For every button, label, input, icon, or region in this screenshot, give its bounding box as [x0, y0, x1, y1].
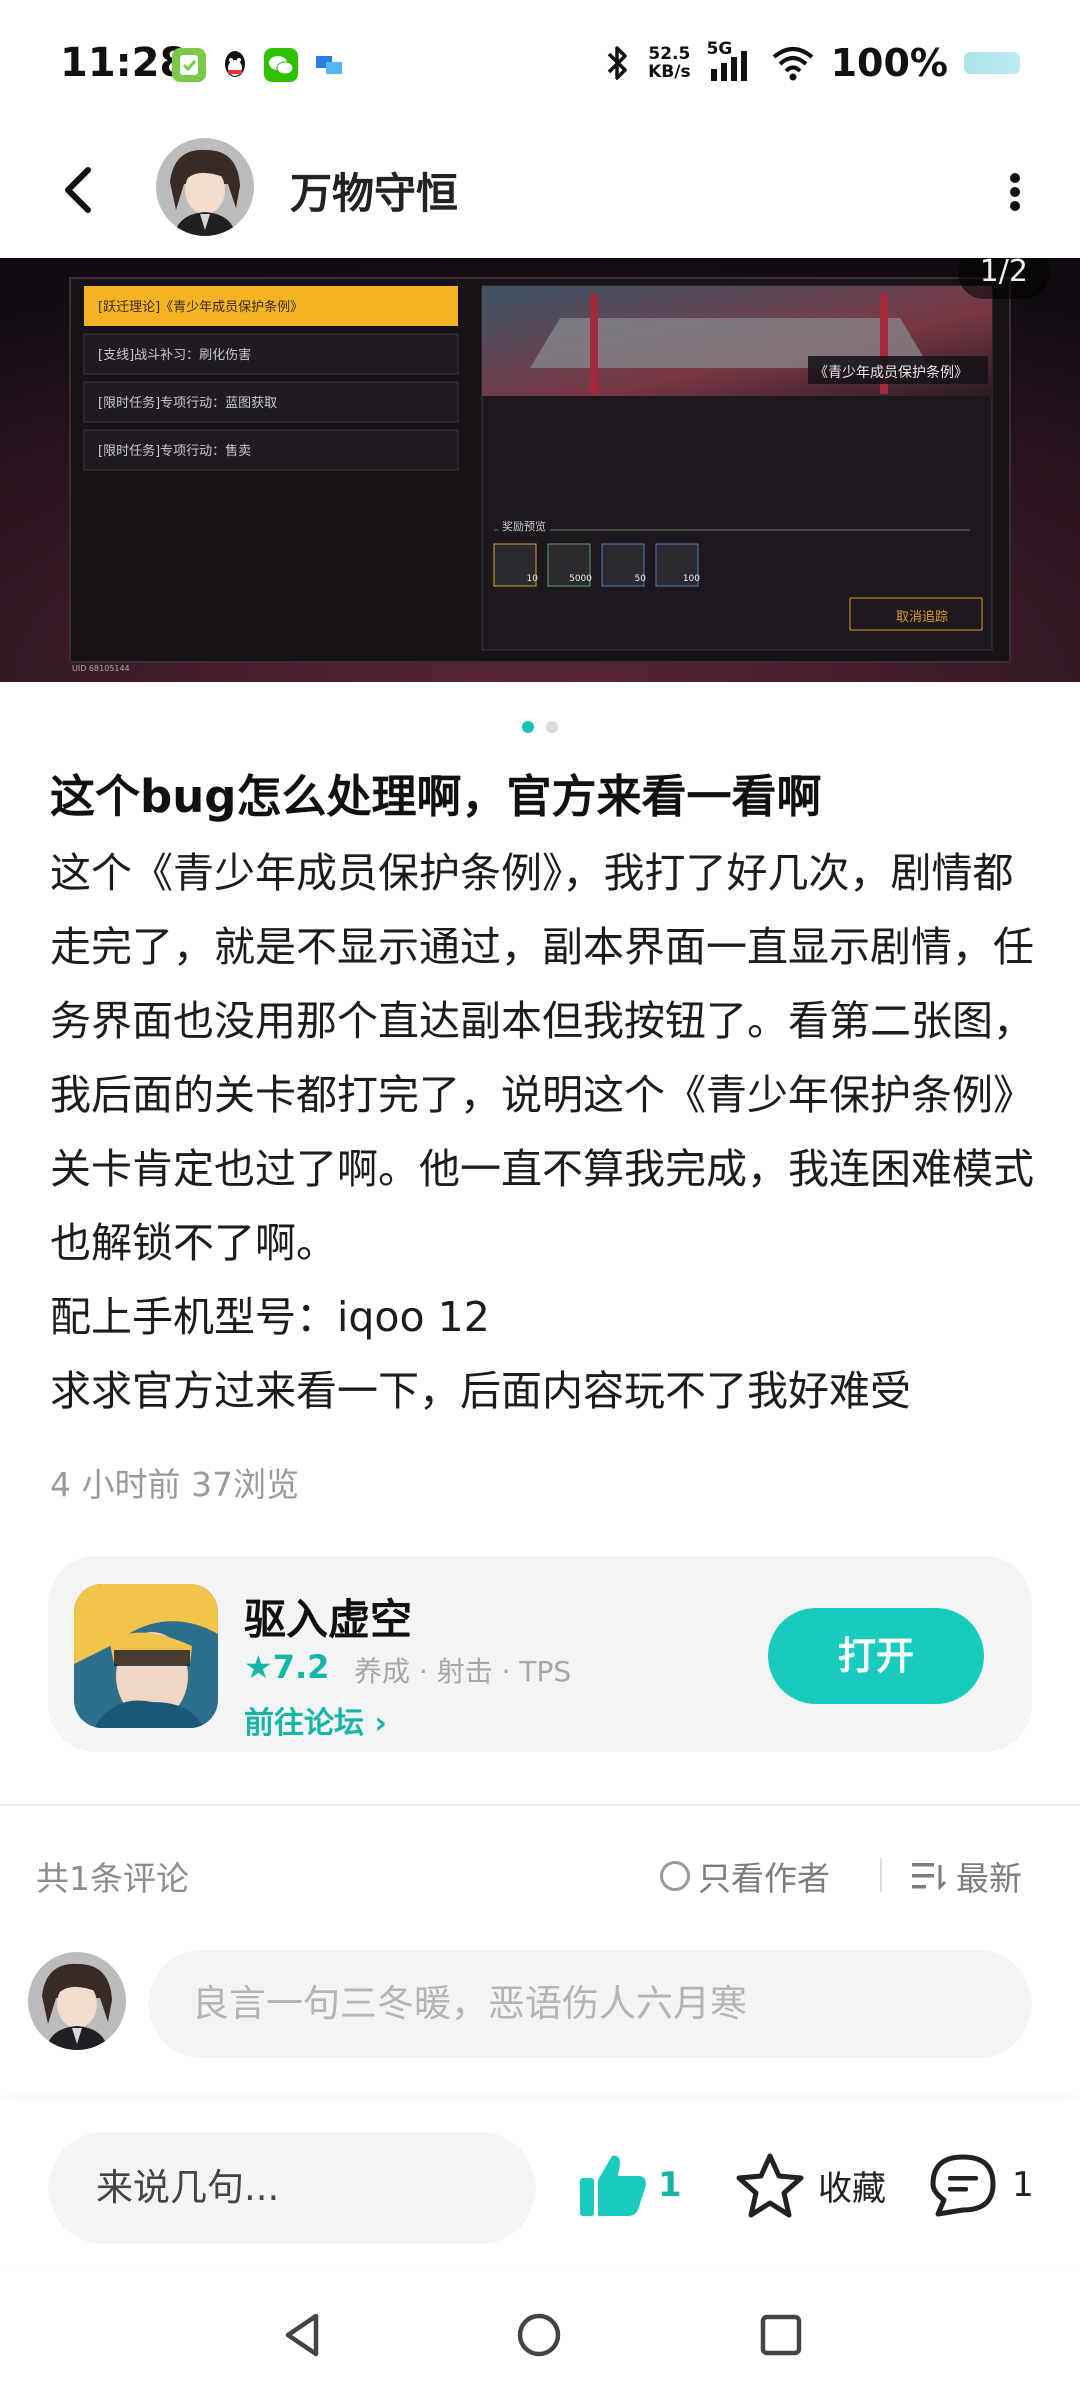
post-title: 这个bug怎么处理啊，官方来看一看啊 [50, 770, 822, 823]
wechat-icon [264, 48, 298, 82]
comment-input[interactable]: 良言一句三冬暖，恶语伤人六月寒 [148, 1950, 1032, 2058]
more-vertical-icon [1010, 173, 1020, 211]
nav-home-button[interactable] [514, 2310, 564, 2360]
screenshot-task-item: [支线]战斗补习：刷化伤害 [98, 348, 252, 363]
screenshot-cancel-button: 取消追踪 [896, 610, 949, 625]
network-speed-unit: KB/s [648, 62, 691, 82]
screenshot-banner-title: 《青少年成员保护条例》 [814, 365, 968, 381]
comment-count-badge: 1 [1012, 2165, 1034, 2205]
game-icon [74, 1584, 218, 1728]
battery-percent: 100% [830, 41, 948, 85]
game-card[interactable]: 驱入虚空 ★7.2 养成 · 射击 · TPS 前往论坛 › 打开 [48, 1556, 1032, 1752]
screenshot-reward-counts: 10 5000 50 100 [494, 574, 714, 584]
post-body: 这个《青少年成员保护条例》，我打了好几次，剧情都走完了，就是不显示通过，副本界面… [50, 836, 1040, 1428]
status-bar: 11:28 52.5 KB/s 5G 100% [0, 0, 1080, 130]
radio-icon [660, 1861, 690, 1891]
todo-app-icon [172, 48, 206, 82]
post-meta: 4 小时前 37浏览 [50, 1465, 299, 1504]
bottom-action-bar: 来说几句... 1 收藏 1 [0, 2100, 1080, 2270]
chevron-right-icon: › [374, 1706, 387, 1741]
screenshot-uid: UID 68105144 [72, 664, 130, 673]
screenshot-reward-count: 100 [682, 574, 700, 584]
game-rating: ★7.2 [244, 1648, 329, 1686]
star-icon: ★ [244, 1648, 273, 1686]
screenshot-task-list: [跃迁理论]《青少年成员保护条例》 [支线]战斗补习：刷化伤害 [限时任务]专项… [98, 296, 448, 488]
more-options-button[interactable] [990, 162, 1040, 222]
carousel-dot[interactable] [545, 721, 558, 733]
game-tags: 养成 · 射击 · TPS [354, 1655, 572, 1688]
nav-recents-button[interactable] [756, 2310, 806, 2360]
comment-bubble-icon [930, 2154, 996, 2217]
screenshot-task-item: [跃迁理论]《青少年成员保护条例》 [98, 300, 304, 315]
nav-back-icon [285, 2313, 319, 2357]
network-speed: 52.5 KB/s [648, 45, 690, 81]
network-speed-value: 52.5 [648, 44, 691, 64]
sort-button[interactable]: 最新 [912, 1852, 1022, 1900]
only-author-toggle[interactable]: 只看作者 [660, 1852, 830, 1900]
wifi-icon [772, 47, 813, 81]
game-name: 驱入虚空 [244, 1595, 413, 1644]
like-count: 1 [658, 2165, 682, 2205]
author-avatar[interactable] [156, 138, 254, 236]
open-game-button[interactable]: 打开 [768, 1608, 984, 1704]
thumbs-up-icon [580, 2155, 646, 2216]
nav-back-button[interactable] [278, 2310, 328, 2360]
screenshot-reward-count: 10 [526, 574, 538, 584]
nav-recents-icon [760, 2314, 802, 2356]
post-header: 万物守恒 [0, 130, 1080, 258]
like-button[interactable]: 1 [578, 2152, 682, 2218]
back-button[interactable] [48, 158, 112, 222]
favorite-label: 收藏 [818, 2168, 886, 2209]
post-paragraph: 求求官方过来看一下，后面内容玩不了我好难受 [50, 1367, 911, 1415]
user-avatar[interactable] [28, 1952, 126, 2050]
carousel-dot-active[interactable] [522, 721, 535, 733]
comment-count: 共1条评论 [36, 1859, 189, 1898]
qq-icon [218, 48, 252, 82]
only-author-label: 只看作者 [698, 1859, 830, 1898]
status-time: 11:28 [60, 40, 188, 86]
game-forum-link[interactable]: 前往论坛 › [244, 1698, 387, 1742]
author-name[interactable]: 万物守恒 [290, 160, 458, 221]
section-divider [0, 1804, 1080, 1806]
comment-button[interactable]: 1 [928, 2152, 1034, 2218]
screenshot-task-item: [限时任务]专项行动：售卖 [98, 444, 252, 459]
post-paragraph: 配上手机型号：iqoo 12 [50, 1293, 490, 1341]
game-forum-label: 前往论坛 [244, 1706, 364, 1741]
nav-home-icon [517, 2313, 561, 2357]
favorite-button[interactable]: 收藏 [736, 2152, 886, 2218]
system-nav-bar [0, 2270, 1080, 2400]
battery-icon [964, 52, 1020, 74]
back-arrow-icon [65, 167, 91, 213]
image-carousel[interactable]: [跃迁理论]《青少年成员保护条例》 [支线]战斗补习：刷化伤害 [限时任务]专项… [0, 258, 1080, 682]
star-outline-icon [736, 2153, 804, 2218]
screenshot-reward-label: 奖励预览 [498, 518, 550, 534]
sort-icon [912, 1863, 946, 1891]
cellular-signal-icon: 5G [707, 39, 755, 83]
app-notification-icon [312, 48, 346, 82]
bluetooth-icon [607, 46, 627, 80]
status-right: 52.5 KB/s 5G 100% [602, 38, 1020, 88]
carousel-dots [0, 718, 1080, 737]
filter-divider [880, 1858, 882, 1892]
sort-label: 最新 [956, 1859, 1022, 1898]
screenshot-reward-count: 50 [634, 574, 646, 584]
reply-input[interactable]: 来说几句... [48, 2132, 536, 2244]
screenshot-task-item: [限时任务]专项行动：蓝图获取 [98, 396, 278, 411]
game-rating-value: 7.2 [272, 1648, 330, 1686]
post-paragraph: 这个《青少年成员保护条例》，我打了好几次，剧情都走完了，就是不显示通过，副本界面… [50, 849, 1034, 1267]
screenshot-reward-count: 5000 [569, 574, 592, 584]
carousel-pager: 1/2 [957, 258, 1050, 299]
